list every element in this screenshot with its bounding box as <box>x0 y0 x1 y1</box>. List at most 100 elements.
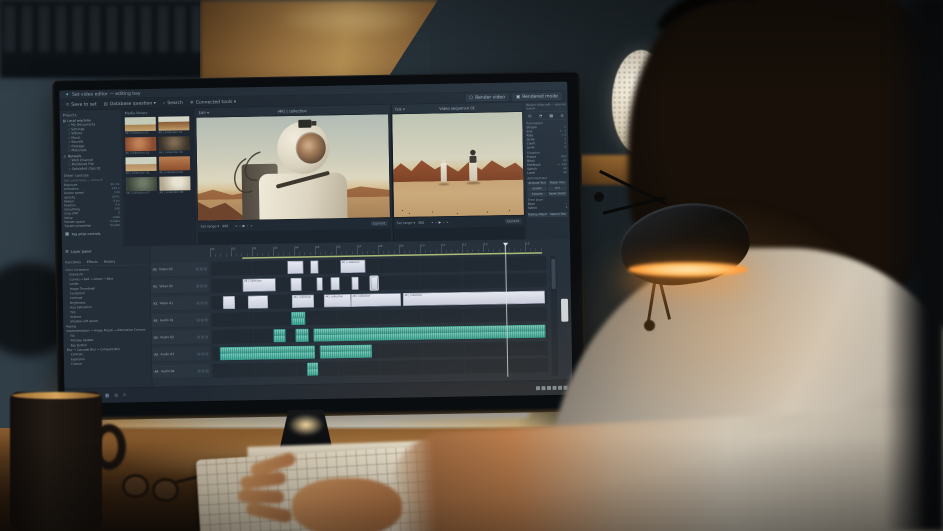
track-visibility-icon[interactable] <box>201 335 204 338</box>
panel-button[interactable]: Episode <box>528 192 547 197</box>
timeline-clip[interactable] <box>273 329 285 342</box>
track-visibility-icon[interactable] <box>200 267 203 270</box>
mini-button[interactable] <box>547 386 551 390</box>
track-visibility-icon[interactable] <box>200 301 203 304</box>
transport-button[interactable]: ▶ <box>439 220 442 224</box>
timeline-clip[interactable]: 4K | collection <box>324 294 351 307</box>
track-visibility-icon[interactable] <box>201 318 204 321</box>
track-header[interactable]: V3 Video 03 <box>150 262 208 277</box>
track-lock-icon[interactable] <box>196 301 199 304</box>
settings-tab[interactable]: ◔ <box>539 114 543 119</box>
toolbar-item[interactable]: ❖Connected tools ▾ <box>190 99 236 105</box>
track-mute-icon[interactable] <box>205 352 208 355</box>
timeline-clip[interactable] <box>248 295 268 308</box>
track-header[interactable]: A2 Audio 02 <box>151 330 209 345</box>
track-lock-icon[interactable] <box>196 267 199 270</box>
media-thumbnail[interactable]: 4K | collection 06 <box>159 156 190 174</box>
transport-button[interactable]: « <box>431 221 433 225</box>
transport-button[interactable]: « <box>235 224 237 228</box>
toolbar-action-button[interactable]: ▣Rendered mode <box>512 92 561 100</box>
track-visibility-icon[interactable] <box>200 284 203 287</box>
timeline-clip[interactable] <box>307 363 318 376</box>
track-mute-icon[interactable] <box>205 318 208 321</box>
timeline-clip[interactable] <box>295 329 308 342</box>
mini-button[interactable] <box>558 386 562 390</box>
track-lock-icon[interactable] <box>198 369 201 372</box>
toolbar-item[interactable]: ⟲Save to set <box>65 102 96 108</box>
transport-button[interactable]: » <box>250 224 252 228</box>
mini-button[interactable] <box>541 386 545 390</box>
timeline-clip[interactable]: 4K | collection <box>243 278 276 292</box>
track-header[interactable]: A3 Audio 03 <box>152 347 210 362</box>
settings-tab[interactable]: ≡ <box>560 113 563 118</box>
project-tree-item[interactable]: Materials <box>63 147 119 152</box>
media-thumbnail[interactable]: 4K | collection 05 <box>125 157 156 175</box>
panel-button[interactable]: Match Trial <box>548 181 567 186</box>
timeline-clip[interactable]: 4K | collection <box>351 293 401 307</box>
scrollbar-thumb[interactable] <box>551 259 556 289</box>
settings-row[interactable]: Level48 <box>527 171 567 176</box>
project-tree-item[interactable]: Uploaded clips 01 <box>64 166 120 171</box>
program-menu[interactable]: Talk ▾ <box>395 107 405 112</box>
panel-button[interactable]: Full <box>548 186 567 191</box>
panel-button[interactable]: Startup Object <box>528 213 547 218</box>
track-mute-icon[interactable] <box>205 335 208 338</box>
timeline-clip[interactable] <box>313 325 545 342</box>
panel-button[interactable]: Enable <box>527 187 546 192</box>
media-thumbnail[interactable]: 4K | collection 03 <box>125 137 156 155</box>
timeline-clip[interactable] <box>371 276 378 289</box>
transport-button[interactable]: ▶ <box>243 224 246 228</box>
settings-tab[interactable]: ⛭ <box>528 114 531 119</box>
settings-row[interactable]: Select▾ <box>528 206 568 211</box>
timeline-tab[interactable]: History <box>104 260 116 264</box>
track-mute-icon[interactable] <box>204 284 207 287</box>
timeline-clip[interactable] <box>320 345 372 359</box>
timeline-clip[interactable]: 4K | collection <box>292 295 314 308</box>
range-dropdown[interactable]: Set range ▾ <box>397 221 416 225</box>
track-lock-icon[interactable] <box>197 318 200 321</box>
timeline-clip[interactable] <box>291 312 305 325</box>
transport-button[interactable]: › <box>443 220 444 224</box>
program-video-frame[interactable] <box>392 111 525 217</box>
mini-button[interactable] <box>552 386 556 390</box>
transport-button[interactable]: » <box>446 220 448 224</box>
track-header[interactable]: V1 Video 01 <box>151 296 209 311</box>
mini-button[interactable] <box>536 386 540 390</box>
tag-controls-row[interactable]: ▣ Tag artist controls <box>65 231 121 237</box>
source-menu[interactable]: Edit ▾ <box>199 110 209 115</box>
media-thumbnail[interactable]: 4K | collection 04 <box>159 136 190 154</box>
track-visibility-icon[interactable] <box>201 352 204 355</box>
track-mute-icon[interactable] <box>206 369 209 372</box>
track-lock-icon[interactable] <box>197 352 200 355</box>
timeline-clip[interactable] <box>291 278 302 291</box>
source-video-frame[interactable] <box>196 114 391 221</box>
timeline-clip[interactable] <box>310 261 318 274</box>
panel-button[interactable]: Special Test <box>548 212 567 217</box>
transport-button[interactable]: ‹ <box>239 224 240 228</box>
panel-button[interactable]: Reset Switch <box>548 192 567 197</box>
media-thumbnail[interactable]: 4K | collection 07 <box>126 177 157 195</box>
timeline-clip[interactable] <box>223 296 235 309</box>
effect-item[interactable]: Custom <box>67 361 149 367</box>
transport-button[interactable]: ‹ <box>435 220 436 224</box>
timeline-clip[interactable]: 4K | collection <box>340 260 365 273</box>
timeline-clip[interactable] <box>220 346 315 361</box>
track-mute-icon[interactable] <box>204 301 207 304</box>
timeline-scrollbar[interactable] <box>550 256 558 376</box>
track-height-slider[interactable] <box>561 299 568 322</box>
timeline-tab[interactable]: Functions <box>65 260 81 264</box>
toolbar-action-button[interactable]: ⬡Render video <box>466 93 509 101</box>
timeline-clip[interactable] <box>317 277 323 290</box>
timeline-tab[interactable]: Effects <box>87 260 98 264</box>
timeline-clip[interactable] <box>352 277 359 290</box>
track-header[interactable]: A4 Audio 04 <box>152 364 210 379</box>
media-thumbnail[interactable]: 4K | collection 02 <box>158 116 189 134</box>
current-button[interactable]: Current <box>370 221 387 226</box>
status-icon[interactable]: ⌑ <box>123 393 125 398</box>
toolbar-item[interactable]: ⌕Search <box>163 100 183 105</box>
settings-tab[interactable]: ▦ <box>549 113 553 118</box>
range-dropdown[interactable]: Set range ▾ <box>201 224 220 228</box>
track-lock-icon[interactable] <box>196 284 199 287</box>
panel-button[interactable]: Activate Trial <box>527 181 546 186</box>
media-thumbnail[interactable]: 4K | collection 01 <box>125 117 156 135</box>
